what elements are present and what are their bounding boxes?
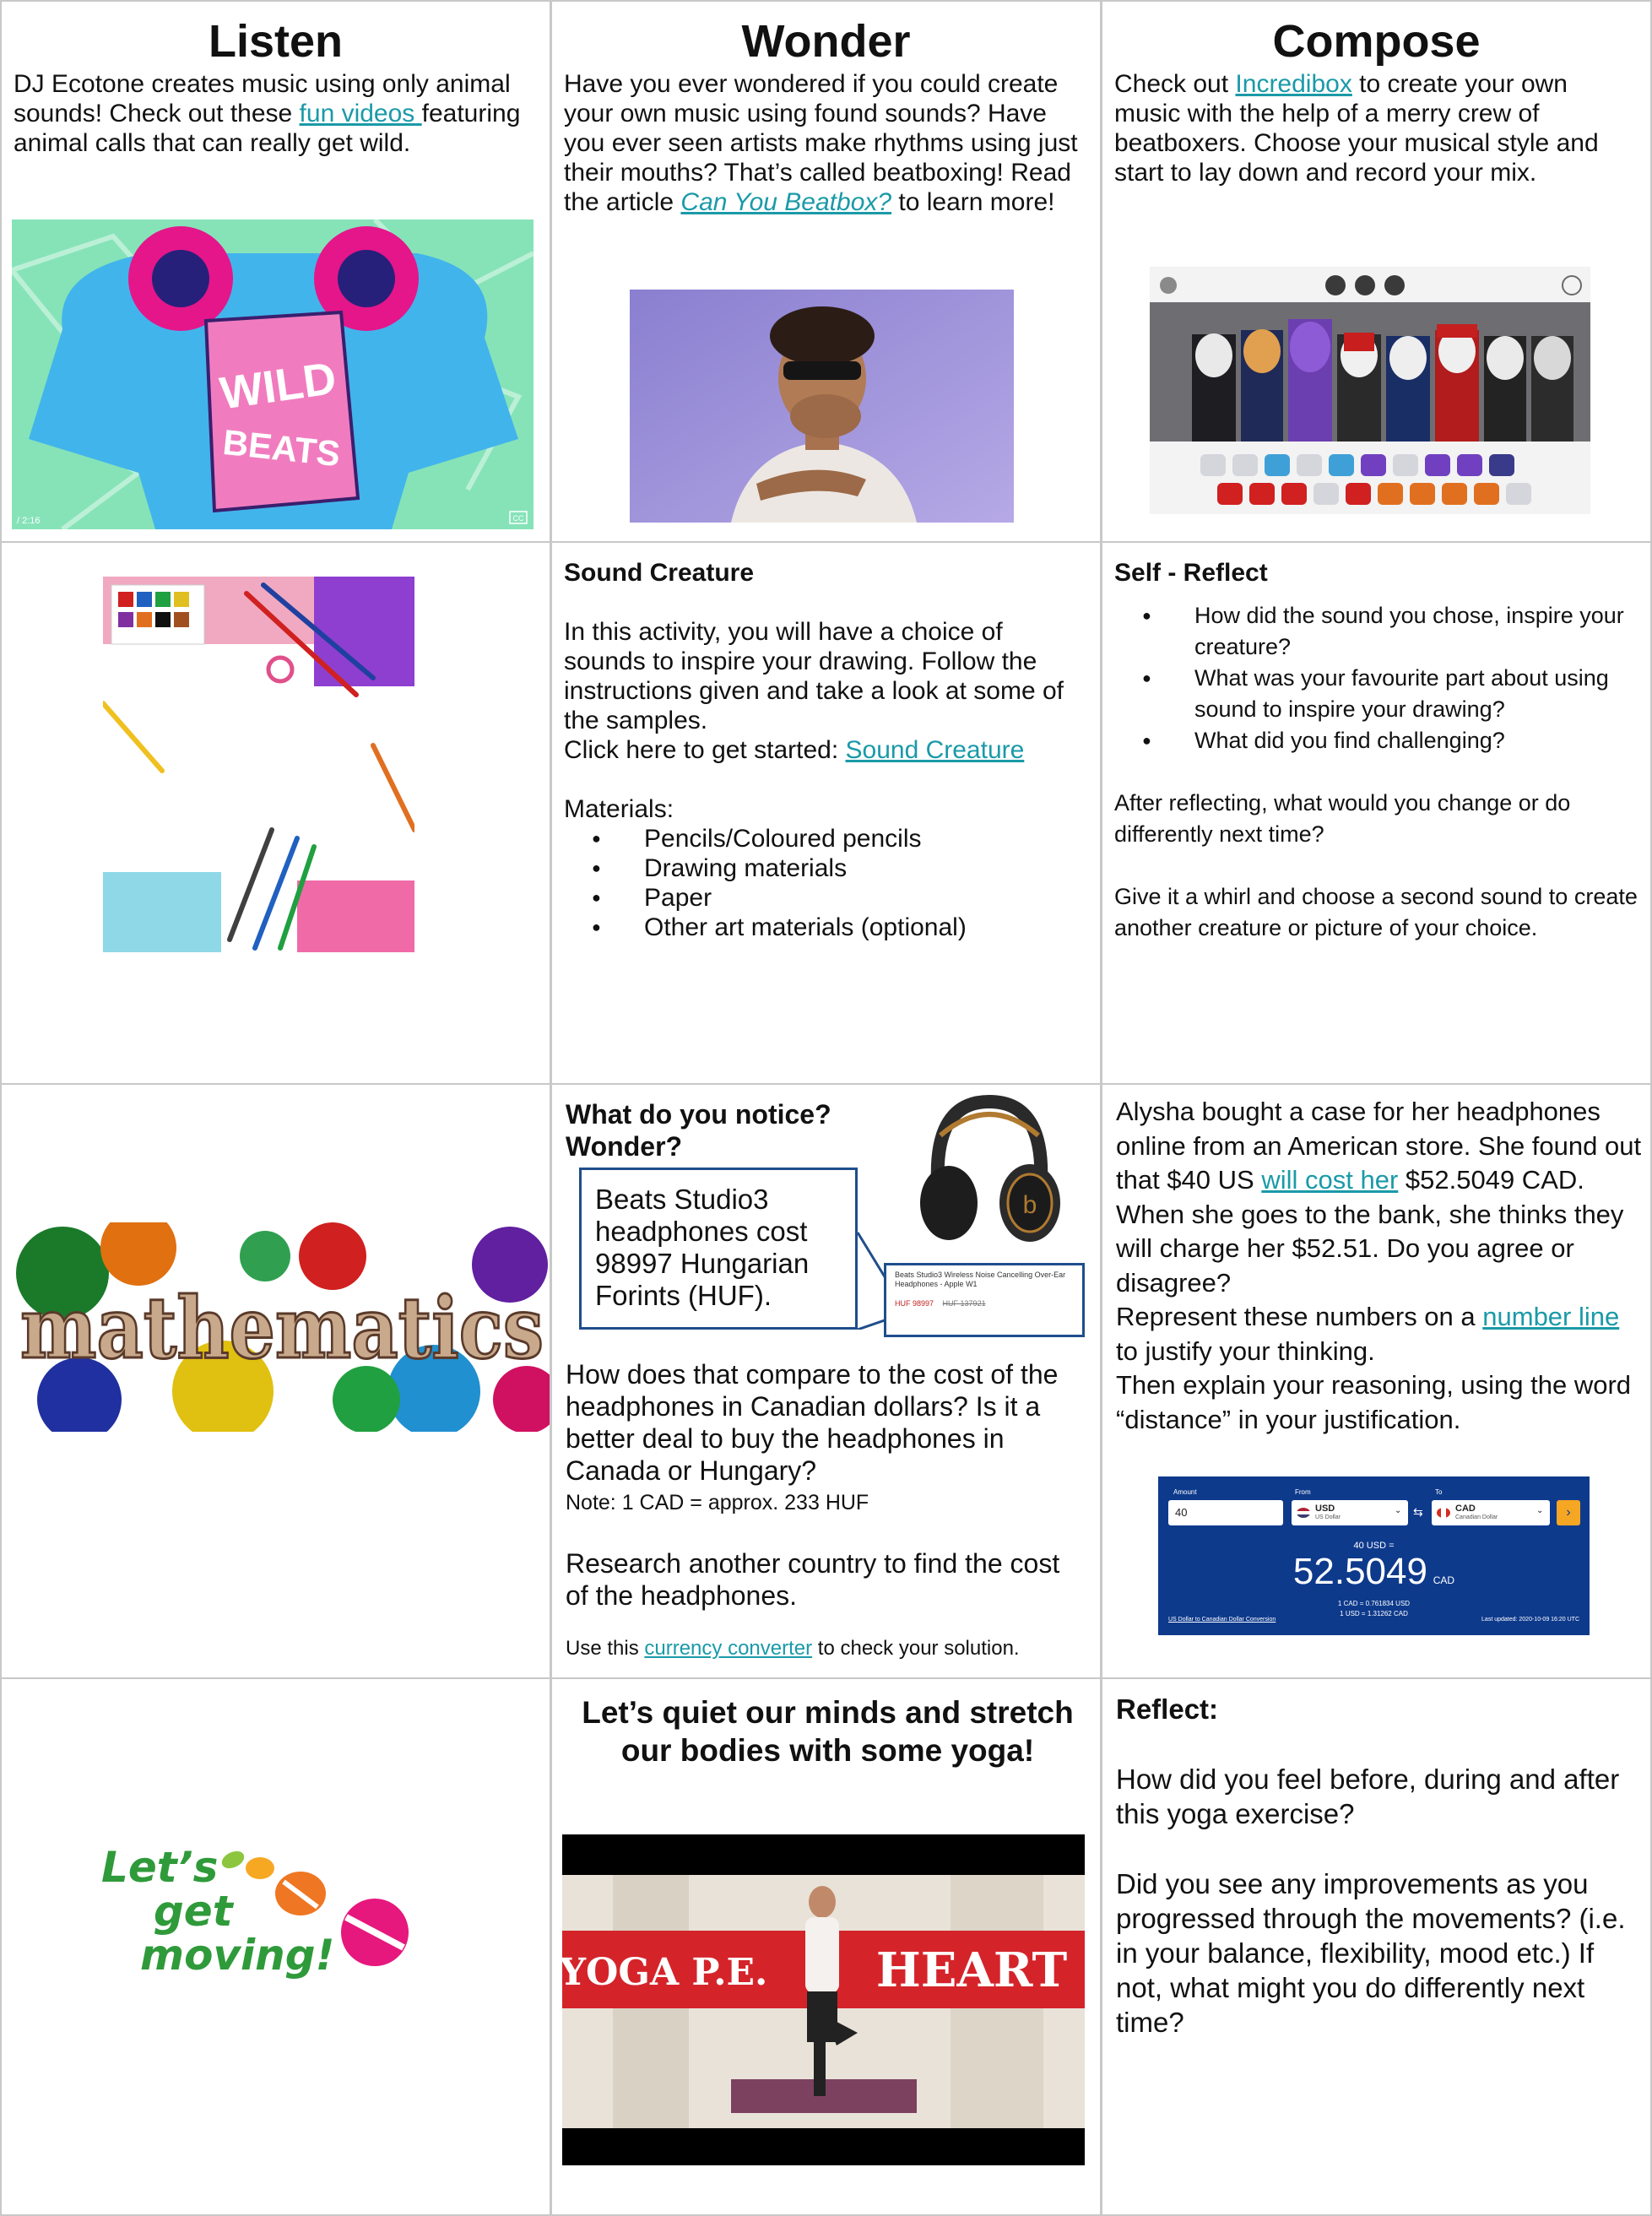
sound-creature-title: Sound Creature bbox=[564, 559, 755, 587]
headphones-product-image[interactable]: b bbox=[880, 1085, 1089, 1254]
converter-check-line: Use this currency converter to check you… bbox=[566, 1637, 1020, 1660]
mathematics-image: mathematics bbox=[12, 1222, 550, 1432]
fun-videos-link[interactable]: fun videos bbox=[300, 100, 422, 127]
headphones-cell: What do you notice? Wonder? Beats Studio… bbox=[550, 1083, 1102, 1679]
listen-cell: Listen DJ Ecotone creates music using on… bbox=[0, 0, 551, 543]
logo-moving: moving! bbox=[140, 1931, 334, 1980]
us-flag-icon bbox=[1297, 1508, 1310, 1518]
list-item: Other art materials (optional) bbox=[592, 913, 1088, 942]
wonder-cell: Wonder Have you ever wondered if you cou… bbox=[550, 0, 1102, 543]
sound-creature-click-line: Click here to get started: Sound Creatur… bbox=[564, 736, 1025, 764]
swap-icon[interactable]: ⇆ bbox=[1413, 1505, 1423, 1520]
chevron-down-icon: ⌄ bbox=[1536, 1506, 1544, 1515]
mathematics-cell: mathematics bbox=[0, 1083, 551, 1679]
sound-creature-paragraph: In this activity, you will have a choice… bbox=[564, 618, 1064, 734]
yoga-cell: Let’s quiet our minds and stretch our bo… bbox=[550, 1677, 1102, 2216]
lets-get-moving-logo: Let’s get moving! bbox=[96, 1833, 425, 1985]
mathematics-word: mathematics bbox=[20, 1278, 544, 1378]
list-item: What was your favourite part about using… bbox=[1142, 663, 1638, 725]
list-item: How did the sound you chose, inspire you… bbox=[1142, 600, 1638, 663]
sound-creature-link[interactable]: Sound Creature bbox=[846, 736, 1025, 764]
conversion-link[interactable]: US Dollar to Canadian Dollar Conversion bbox=[1168, 1617, 1276, 1623]
reflect-p1: How did you feel before, during and afte… bbox=[1116, 1764, 1620, 1829]
svg-text:CC: CC bbox=[513, 514, 524, 523]
self-reflect-title: Self - Reflect bbox=[1114, 559, 1268, 587]
lets-get-moving-cell: Let’s get moving! bbox=[0, 1677, 551, 2216]
to-currency-select[interactable]: CAD Canadian Dollar ⌄ bbox=[1432, 1500, 1550, 1525]
self-reflect-paragraph2: Give it a whirl and choose a second soun… bbox=[1114, 884, 1638, 940]
reflect-p2: Did you see any improvements as you prog… bbox=[1116, 1868, 1626, 2038]
self-reflect-paragraph1: After reflecting, what would you change … bbox=[1114, 790, 1571, 847]
product-card[interactable]: Beats Studio3 Wireless Noise Cancelling … bbox=[884, 1263, 1085, 1337]
list-item: Drawing materials bbox=[592, 853, 1088, 883]
number-line-link[interactable]: number line bbox=[1482, 1302, 1619, 1331]
product-price-line: HUF 98997 HUF 137921 bbox=[895, 1299, 986, 1308]
will-cost-her-link[interactable]: will cost her bbox=[1261, 1165, 1398, 1195]
yoga-video-left-text: YOGA P.E. bbox=[562, 1951, 767, 1994]
yoga-title: Let’s quiet our minds and stretch our bo… bbox=[582, 1695, 1074, 1768]
svg-text:b: b bbox=[1023, 1191, 1037, 1219]
amount-input[interactable]: 40 bbox=[1168, 1500, 1283, 1525]
listen-text: DJ Ecotone creates music using only anim… bbox=[14, 70, 521, 157]
logo-lets: Let’s bbox=[101, 1843, 218, 1892]
compose-cell: Compose Check out Incredibox to create y… bbox=[1101, 0, 1652, 543]
headphones-callout: Beats Studio3 headphones cost 98997 Hung… bbox=[579, 1168, 858, 1330]
notice-title: What do you notice? Wonder? bbox=[566, 1099, 831, 1162]
list-item: Paper bbox=[592, 883, 1088, 913]
self-reflect-questions: How did the sound you chose, inspire you… bbox=[1102, 600, 1650, 756]
can-you-beatbox-link[interactable]: Can You Beatbox? bbox=[680, 188, 891, 216]
alysha-p4: Then explain your reasoning, using the w… bbox=[1116, 1370, 1632, 1434]
currency-converter-widget: Amount 40 From USD US Dollar ⌄ ⇆ To CAD … bbox=[1158, 1476, 1590, 1635]
from-currency-select[interactable]: USD US Dollar ⌄ bbox=[1292, 1500, 1408, 1525]
wonder-text: Have you ever wondered if you could crea… bbox=[564, 70, 1078, 216]
converted-result: 52.5049 CAD bbox=[1292, 1551, 1455, 1592]
activity-grid: Listen DJ Ecotone creates music using on… bbox=[0, 0, 1652, 2216]
chevron-down-icon: ⌄ bbox=[1395, 1506, 1402, 1515]
art-supplies-photo bbox=[103, 577, 414, 952]
menu-icon bbox=[1160, 277, 1177, 294]
alysha-cell: Alysha bought a case for her headphones … bbox=[1101, 1083, 1652, 1679]
headphones-question: How does that compare to the cost of the… bbox=[566, 1359, 1059, 1486]
reflect-cell: Reflect: How did you feel before, during… bbox=[1101, 1677, 1652, 2216]
art-supplies-cell bbox=[0, 541, 551, 1085]
sound-creature-cell: Sound Creature In this activity, you wil… bbox=[550, 541, 1102, 1085]
reflect-title: Reflect: bbox=[1116, 1693, 1219, 1725]
currency-note: Note: 1 CAD = approx. 233 HUF bbox=[566, 1491, 869, 1514]
list-item: Pencils/Coloured pencils bbox=[592, 824, 1088, 853]
frog-illustration: WILD BEATS / 2:16 CC bbox=[12, 219, 534, 529]
product-title: Beats Studio3 Wireless Noise Cancelling … bbox=[895, 1271, 1066, 1288]
alysha-p1: Alysha bought a case for her headphones … bbox=[1116, 1097, 1642, 1195]
currency-converter-link[interactable]: currency converter bbox=[644, 1637, 812, 1660]
convert-button[interactable]: › bbox=[1557, 1500, 1580, 1525]
beatbox-photo bbox=[630, 290, 1014, 523]
compose-text: Check out Incredibox to create your own … bbox=[1114, 70, 1599, 187]
incredibox-screenshot[interactable] bbox=[1150, 267, 1590, 514]
video-time: / 2:16 bbox=[17, 516, 41, 526]
materials-label: Materials: bbox=[564, 795, 674, 823]
materials-list: Pencils/Coloured pencils Drawing materia… bbox=[552, 824, 1100, 942]
canada-flag-icon bbox=[1437, 1508, 1450, 1518]
incredibox-link[interactable]: Incredibox bbox=[1235, 70, 1351, 98]
wild-beats-video-thumbnail[interactable]: WILD BEATS / 2:16 CC bbox=[12, 219, 534, 529]
yoga-video-right-text: HEART bbox=[876, 1942, 1068, 1998]
alysha-p2: When she goes to the bank, she thinks th… bbox=[1116, 1199, 1624, 1298]
yoga-video-thumbnail[interactable]: YOGA P.E. HEART bbox=[562, 1834, 1085, 2165]
alysha-text: Alysha bought a case for her headphones … bbox=[1116, 1095, 1644, 1437]
listen-heading: Listen bbox=[208, 16, 344, 67]
self-reflect-cell: Self - Reflect How did the sound you cho… bbox=[1101, 541, 1652, 1085]
research-text: Research another country to find the cos… bbox=[566, 1548, 1060, 1611]
logo-get: get bbox=[154, 1887, 235, 1936]
alysha-p3: Represent these numbers on a number line… bbox=[1116, 1302, 1620, 1366]
compose-heading: Compose bbox=[1272, 16, 1481, 67]
list-item: What did you find challenging? bbox=[1142, 725, 1638, 756]
wonder-heading: Wonder bbox=[741, 16, 911, 67]
